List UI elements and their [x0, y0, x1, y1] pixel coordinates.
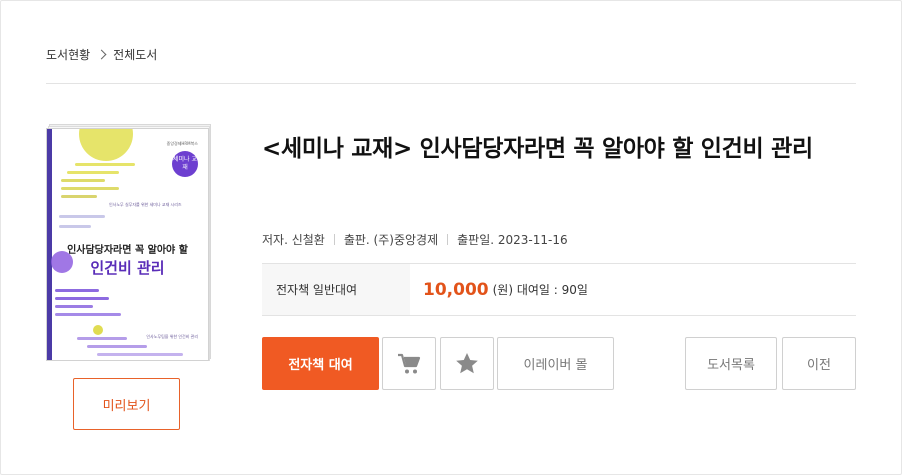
cover-footer-text: 인사노무팀을 위한 인건비 관리 [146, 334, 198, 339]
author: 저자. 신철환 [262, 233, 325, 247]
publisher: 출판. (주)중앙경제 [343, 233, 439, 247]
preview-button[interactable]: 미리보기 [73, 378, 180, 430]
book-list-button[interactable]: 도서목록 [685, 337, 777, 390]
cover-title-line1: 인사담당자라면 꼭 알아야 할 [67, 245, 188, 256]
cover-dot-graphic [93, 325, 103, 335]
book-cover: 중앙경제HRM북스 세미나 교재 인사노무 실무자를 위한 세미나 교재 시리즈… [46, 124, 211, 361]
publish-date: 출판일. 2023-11-16 [457, 233, 568, 247]
divider [46, 83, 856, 84]
back-button[interactable]: 이전 [782, 337, 856, 390]
add-to-cart-button[interactable] [382, 337, 436, 390]
book-cover-image: 중앙경제HRM북스 세미나 교재 인사노무 실무자를 위한 세미나 교재 시리즈… [46, 128, 209, 361]
book-title: <세미나 교재> 인사담당자라면 꼭 알아야 할 인건비 관리 [262, 136, 813, 162]
wishlist-button[interactable] [440, 337, 494, 390]
mall-button[interactable]: 이레이버 몰 [497, 337, 614, 390]
pricing-row: 전자책 일반대여 10,000 (원) 대여일 : 90일 [262, 263, 856, 316]
cover-publisher-mark: 중앙경제HRM북스 [166, 141, 198, 146]
price-value: 10,000 (원) 대여일 : 90일 [423, 264, 588, 315]
breadcrumb-home[interactable]: 도서현황 [46, 46, 90, 63]
price-unit: (원) 대여일 : 90일 [492, 283, 588, 297]
breadcrumb-current[interactable]: 전체도서 [113, 46, 157, 63]
book-meta: 저자. 신철환 출판. (주)중앙경제 출판일. 2023-11-16 [262, 231, 568, 248]
cover-subtitle: 인사노무 실무자를 위한 세미나 교재 시리즈 [109, 202, 182, 207]
rent-ebook-button[interactable]: 전자책 대여 [262, 337, 379, 390]
cart-icon [398, 353, 421, 373]
rental-type-label: 전자책 일반대여 [262, 264, 410, 315]
cover-badge: 세미나 교재 [172, 151, 198, 177]
cover-sun-graphic [79, 129, 133, 161]
star-icon [456, 353, 478, 374]
breadcrumb: 도서현황 전체도서 [46, 46, 157, 63]
price-amount: 10,000 [423, 279, 489, 300]
cover-title-line2: 인건비 관리 [90, 259, 165, 277]
chevron-right-icon [96, 49, 107, 60]
